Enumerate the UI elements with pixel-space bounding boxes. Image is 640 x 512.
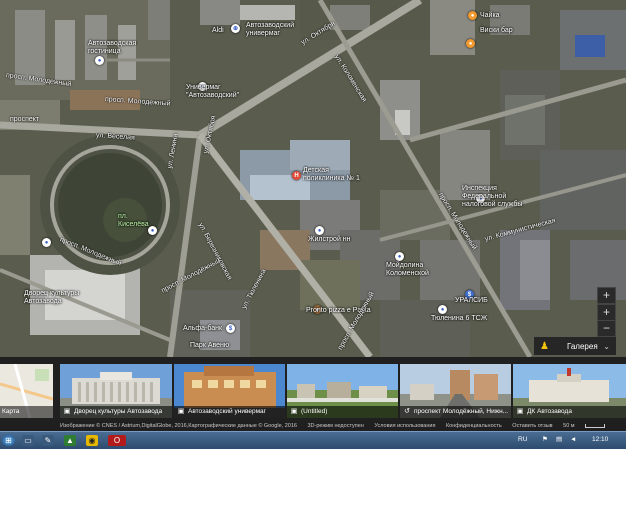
taskbar: ⊞ ▭ ✎ ▲ ◉ O RU ⚑ ▤ ◄ 12:10 <box>0 431 626 449</box>
hospital-icon[interactable]: H <box>292 171 301 180</box>
shopping-icon[interactable]: ⊕ <box>231 24 240 33</box>
label-univermag-avtozavodskoy[interactable]: Универмаг "Автозаводский" <box>186 84 242 100</box>
scale-bar <box>585 423 606 428</box>
street-label: проспект <box>10 116 40 123</box>
camera-icon: ▣ <box>63 408 71 415</box>
hotel-icon[interactable]: ● <box>95 56 104 65</box>
thumbnail-caption: Дворец культуры Автозавода <box>74 408 163 415</box>
map-thumbnail[interactable]: Карта <box>0 364 53 418</box>
app-icon[interactable]: ▲ <box>64 435 76 446</box>
imagery-attribution: Изображение © CNES / Astrium,DigitalGlob… <box>60 423 297 429</box>
thumbnail-caption: проспект Молодёжный, Нижн... <box>414 408 509 415</box>
label-aldi[interactable]: Aldi <box>212 27 224 35</box>
chevron-down-icon: ⌄ <box>603 341 610 351</box>
place-icon[interactable]: ● <box>438 305 447 314</box>
label-detskaya-poliklinika[interactable]: Детская поликлиника № 1 <box>303 167 361 183</box>
photo-thumbnail[interactable]: ▣ (Untitled) <box>287 364 398 418</box>
start-button[interactable]: ⊞ <box>2 435 15 446</box>
gallery-button[interactable]: ♟ Галерея ⌄ <box>534 337 616 355</box>
network-icon[interactable]: ▤ <box>556 433 562 447</box>
label-mojdolina[interactable]: Мойдолина Коломенской <box>386 262 434 278</box>
zoom-in-button[interactable]: + <box>597 304 616 321</box>
opera-icon[interactable]: O <box>108 435 126 446</box>
label-viski-bar[interactable]: Виски бар <box>480 27 513 35</box>
business-icon[interactable]: ● <box>315 226 324 235</box>
language-indicator[interactable]: RU <box>518 433 527 447</box>
privacy-link[interactable]: Конфиденциальность <box>446 422 502 431</box>
label-zhilstroy[interactable]: Жилстрой нн <box>308 236 351 244</box>
thumbnail-caption: ДК Автозавода <box>527 408 572 415</box>
label-dvorets-kultury[interactable]: Дворец культуры Автозавода <box>24 290 80 306</box>
restaurant-icon[interactable]: ● <box>468 11 477 20</box>
photo-strip[interactable]: Карта ▣ Дворец культуры Автозавода ▣ Автоз… <box>0 357 626 422</box>
satellite-map[interactable]: ⊕ ● ● ● ● H ● ● ● $ ● ● $ ● ● Aldi Автоз… <box>0 0 626 357</box>
pegman-icon: ♟ <box>540 340 549 352</box>
thumbnail-caption: Автозаводский универмаг <box>188 408 267 415</box>
thumbnail-caption: Карта <box>0 406 53 418</box>
gallery-label: Галерея <box>566 341 598 351</box>
label-ploshchad[interactable]: пл. Киселёва <box>118 213 158 229</box>
explorer-icon[interactable]: ▭ <box>22 435 34 446</box>
3d-mode-notice: 3D-режим недоступен <box>307 423 364 429</box>
chrome-icon[interactable]: ◉ <box>86 435 98 446</box>
thumbnail-caption: (Untitled) <box>301 408 328 415</box>
photo-thumbnail[interactable]: ▣ Автозаводский универмаг <box>174 364 285 418</box>
label-avtozavodskaya-gostinitsa[interactable]: Автозаводская гостиница <box>88 40 138 56</box>
label-inspektsiya[interactable]: Инспекция Федеральной налоговой службы <box>462 185 538 209</box>
volume-icon[interactable]: ◄ <box>570 433 576 447</box>
clock[interactable]: 12:10 <box>592 433 608 447</box>
bank-icon[interactable]: $ <box>226 324 235 333</box>
camera-icon: ▣ <box>177 408 185 415</box>
feedback-link[interactable]: Оставить отзыв <box>512 422 552 431</box>
label-uralsib[interactable]: УРАЛСИБ <box>455 297 488 305</box>
theater-icon[interactable]: ● <box>42 238 51 247</box>
label-chayka[interactable]: Чайка <box>480 12 500 20</box>
streetview-icon: ↺ <box>404 408 410 415</box>
photo-thumbnail[interactable]: ▣ Дворец культуры Автозавода <box>60 364 172 418</box>
label-alfa-bank[interactable]: Альфа-банк <box>183 325 222 333</box>
streetview-thumbnail[interactable]: ↺ проспект Молодёжный, Нижн... <box>400 364 511 418</box>
business-icon[interactable]: ● <box>395 252 404 261</box>
bar-icon[interactable]: ● <box>466 39 475 48</box>
photo-thumbnail[interactable]: ▣ ДК Автозавода <box>513 364 626 418</box>
label-tyulenina[interactable]: Тюленина 6 ТСЖ <box>431 315 487 323</box>
camera-icon: ▣ <box>516 408 524 415</box>
flag-icon[interactable]: ⚑ <box>542 433 548 447</box>
camera-icon: ▣ <box>290 408 298 415</box>
app-icon[interactable]: ✎ <box>42 435 54 446</box>
label-park-avenue[interactable]: Парк Авеню <box>190 342 229 350</box>
map-footer: Изображение © CNES / Astrium,DigitalGlob… <box>0 422 626 431</box>
zoom-out-button[interactable]: − <box>597 320 616 337</box>
terms-link[interactable]: Условия использования <box>374 422 435 431</box>
scale-label[interactable]: 50 м <box>563 422 574 431</box>
fullscreen-button[interactable]: + <box>597 287 616 304</box>
label-avtozavodskoy-univermag[interactable]: Автозаводский универмаг <box>246 22 296 38</box>
